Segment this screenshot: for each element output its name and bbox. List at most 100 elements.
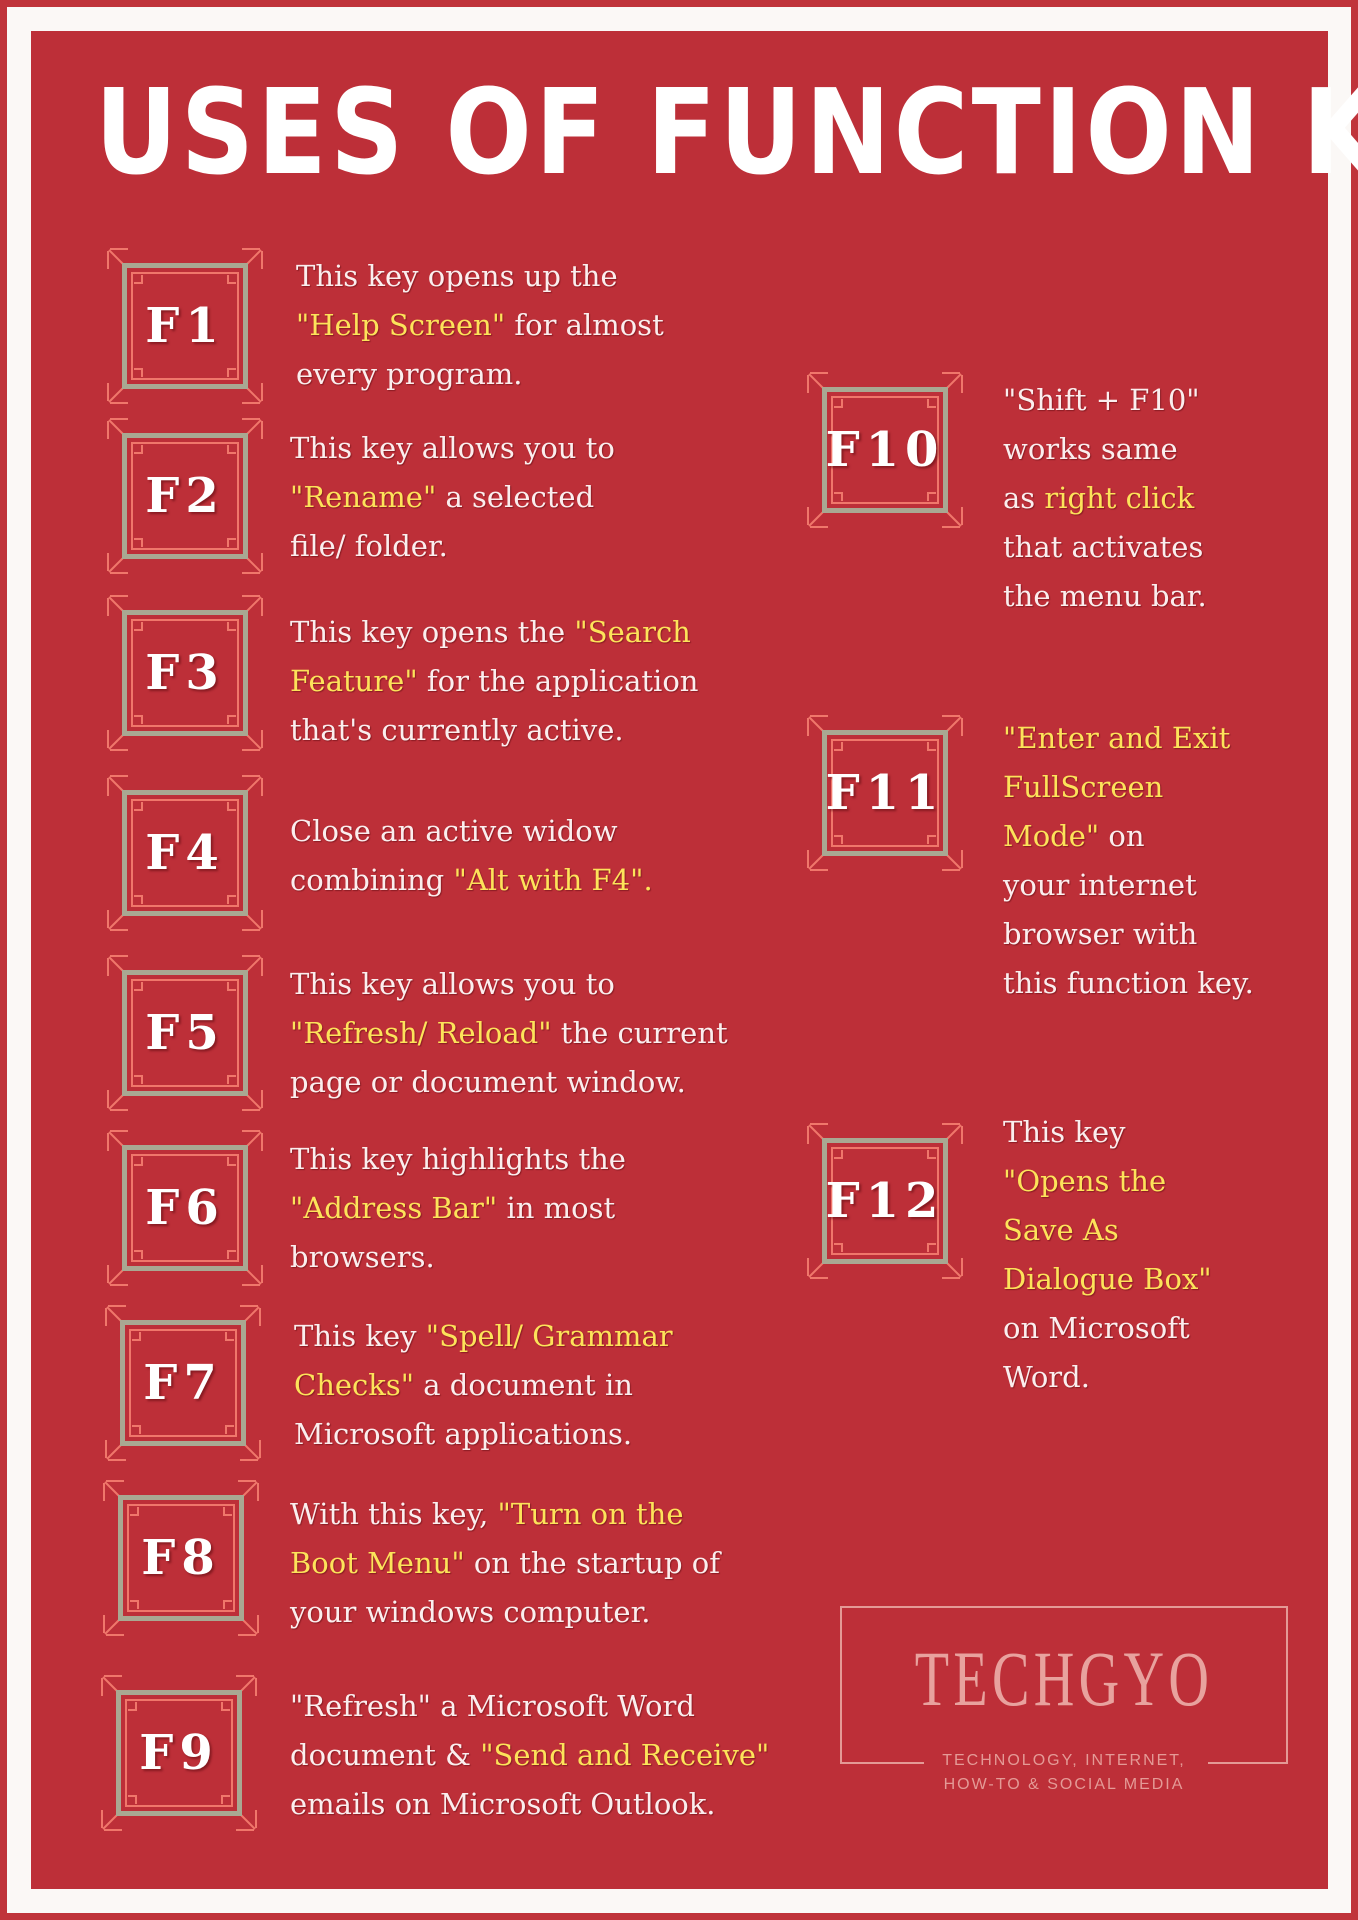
key-label: F9	[139, 1725, 219, 1781]
key-label: F8	[141, 1530, 221, 1586]
description-line: Word.	[1003, 1353, 1212, 1402]
description-line: Close an active widow	[290, 807, 653, 856]
highlighted-text: "Enter and Exit	[1003, 721, 1231, 755]
description-text: page or document window.	[290, 1065, 686, 1099]
description-text: as	[1003, 481, 1045, 515]
key-description-f8: With this key, "Turn on the Boot Menu" on…	[290, 1490, 720, 1637]
description-line: "Help Screen" for almost	[296, 301, 664, 350]
highlighted-text: Checks"	[294, 1368, 415, 1402]
highlighted-text: "Send and Receive"	[480, 1738, 770, 1772]
function-key-badge-f10: F10	[807, 372, 963, 528]
description-text: This key allows you to	[290, 967, 615, 1001]
description-text: "Shift + F10"	[1003, 383, 1200, 417]
description-line: the menu bar.	[1003, 572, 1207, 621]
description-line: Save As	[1003, 1206, 1212, 1255]
description-line: document & "Send and Receive"	[290, 1731, 769, 1780]
description-line: Microsoft applications.	[294, 1410, 673, 1459]
description-text: for the application	[417, 664, 699, 698]
function-key-badge-f12: F12	[807, 1123, 963, 1279]
highlighted-text: Feature"	[290, 664, 418, 698]
description-text: your windows computer.	[290, 1595, 651, 1629]
description-line: this function key.	[1003, 959, 1254, 1008]
description-line: This key allows you to	[290, 424, 615, 473]
description-line: browser with	[1003, 910, 1254, 959]
description-text: This key opens up the	[296, 259, 618, 293]
description-line: on Microsoft	[1003, 1304, 1212, 1353]
description-text: With this key,	[290, 1497, 498, 1531]
description-text: document &	[290, 1738, 481, 1772]
description-line: your internet	[1003, 861, 1254, 910]
key-description-f11: "Enter and Exit FullScreen Mode" on your in…	[1003, 714, 1254, 1008]
description-text: This key highlights the	[290, 1142, 626, 1176]
logo-tagline-line-2: HOW-TO & SOCIAL MEDIA	[943, 1776, 1185, 1793]
key-description-f10: "Shift + F10" works same as right click tha…	[1003, 376, 1207, 621]
description-line: "Refresh" a Microsoft Word	[290, 1682, 769, 1731]
description-line: "Enter and Exit	[1003, 714, 1254, 763]
logo-frame-left	[840, 1606, 842, 1764]
description-text: a document in	[414, 1368, 633, 1402]
description-text: Word.	[1003, 1360, 1090, 1394]
description-text: in most	[497, 1191, 616, 1225]
key-description-f1: This key opens up the "Help Screen" for a…	[296, 252, 664, 399]
key-description-f6: This key highlights the "Address Bar" in …	[290, 1135, 626, 1282]
logo-brand-name: TECHGYO	[914, 1635, 1214, 1722]
logo-tagline-line-1: TECHNOLOGY, INTERNET,	[942, 1752, 1186, 1769]
description-line: page or document window.	[290, 1058, 728, 1107]
description-line: Checks" a document in	[294, 1361, 673, 1410]
description-text: on the startup of	[464, 1546, 720, 1580]
description-text: This key	[294, 1319, 426, 1353]
description-line: that activates	[1003, 523, 1207, 572]
highlighted-text: right click	[1044, 481, 1195, 515]
highlighted-text: "Refresh/ Reload"	[290, 1016, 552, 1050]
description-text: browsers.	[290, 1240, 435, 1274]
description-line: This key opens the "Search	[290, 608, 698, 657]
function-key-badge-f2: F2	[107, 418, 263, 574]
description-line: Mode" on	[1003, 812, 1254, 861]
description-line: Feature" for the application	[290, 657, 698, 706]
description-line: This key "Spell/ Grammar	[294, 1312, 673, 1361]
highlighted-text: "Opens the	[1003, 1164, 1167, 1198]
description-line: "Rename" a selected	[290, 473, 615, 522]
function-key-badge-f8: F8	[103, 1480, 259, 1636]
description-text: Close an active widow	[290, 814, 618, 848]
description-text: a selected	[436, 480, 595, 514]
highlighted-text: "Rename"	[290, 480, 437, 514]
description-line: that's currently active.	[290, 706, 698, 755]
key-label: F10	[825, 422, 945, 478]
description-text: on Microsoft	[1003, 1311, 1190, 1345]
key-label: F1	[145, 298, 225, 354]
function-key-badge-f9: F9	[101, 1675, 257, 1831]
description-text: emails on Microsoft Outlook.	[290, 1787, 716, 1821]
description-text: every program.	[296, 357, 523, 391]
description-text: file/ folder.	[290, 529, 448, 563]
highlighted-text: Mode"	[1003, 819, 1100, 853]
highlighted-text: "Alt with F4".	[453, 863, 653, 897]
function-key-badge-f4: F4	[107, 775, 263, 931]
highlighted-text: Boot Menu"	[290, 1546, 465, 1580]
description-text: browser with	[1003, 917, 1198, 951]
function-key-badge-f11: F11	[807, 715, 963, 871]
highlighted-text: FullScreen	[1003, 770, 1164, 804]
function-key-badge-f7: F7	[105, 1305, 261, 1461]
key-label: F11	[825, 765, 945, 821]
description-line: This key allows you to	[290, 960, 728, 1009]
function-key-badge-f3: F3	[107, 595, 263, 751]
description-line: file/ folder.	[290, 522, 615, 571]
description-line: browsers.	[290, 1233, 626, 1282]
description-line: This key	[1003, 1108, 1212, 1157]
key-description-f7: This key "Spell/ Grammar Checks" a docume…	[294, 1312, 673, 1459]
techgyo-logo: TECHGYO TECHNOLOGY, INTERNET, HOW-TO & S…	[840, 1606, 1290, 1793]
description-text: This key opens the	[290, 615, 575, 649]
key-description-f12: This key "Opens the Save As Dialogue Box" on…	[1003, 1108, 1212, 1402]
key-label: F4	[145, 825, 225, 881]
key-label: F12	[825, 1173, 945, 1229]
description-line: works same	[1003, 425, 1207, 474]
description-line: This key opens up the	[296, 252, 664, 301]
highlighted-text: Save As	[1003, 1213, 1119, 1247]
description-text: the menu bar.	[1003, 579, 1207, 613]
description-text: that's currently active.	[290, 713, 624, 747]
function-key-badge-f1: F1	[107, 248, 263, 404]
description-line: emails on Microsoft Outlook.	[290, 1780, 769, 1829]
logo-frame-right	[1286, 1606, 1288, 1764]
description-text: that activates	[1003, 530, 1204, 564]
